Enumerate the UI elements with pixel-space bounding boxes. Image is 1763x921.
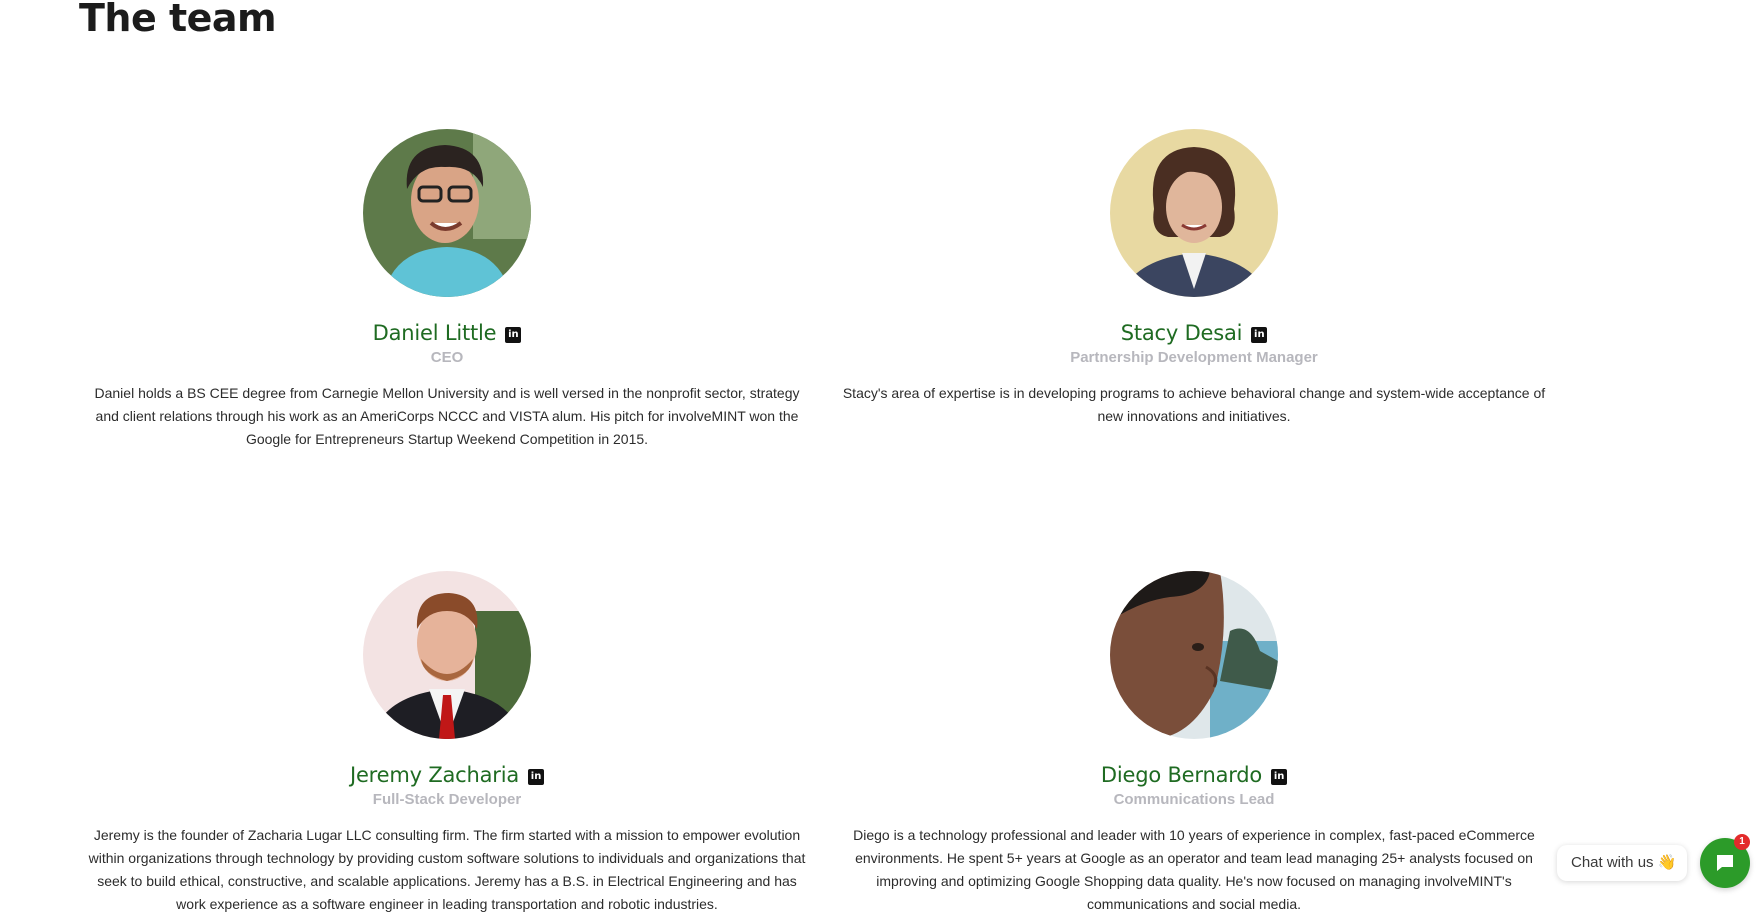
linkedin-icon[interactable]: in xyxy=(505,327,522,343)
linkedin-icon[interactable]: in xyxy=(1271,769,1288,785)
linkedin-icon[interactable]: in xyxy=(528,769,545,785)
page-title: The team xyxy=(79,0,277,40)
member-bio: Diego is a technology professional and l… xyxy=(853,827,1535,912)
team-member-card: Daniel Little in CEO Daniel holds a BS C… xyxy=(87,129,807,451)
avatar-photo xyxy=(363,571,531,739)
notification-badge: 1 xyxy=(1734,834,1750,850)
team-member-card: Diego Bernardo in Communications Lead Di… xyxy=(834,571,1554,916)
team-member-card: Stacy Desai in Partnership Development M… xyxy=(834,129,1554,428)
member-name: Stacy Desai xyxy=(1120,321,1243,345)
avatar-photo xyxy=(1110,129,1278,297)
team-member-card: Jeremy Zacharia in Full-Stack Developer … xyxy=(87,571,807,916)
chat-prompt[interactable]: Chat with us 👋 xyxy=(1557,845,1687,881)
member-role: CEO xyxy=(430,349,464,366)
avatar xyxy=(1110,129,1278,297)
member-role: Communications Lead xyxy=(1113,791,1275,808)
member-name: Jeremy Zacharia xyxy=(349,763,520,787)
member-role: Full-Stack Developer xyxy=(372,791,522,808)
member-name: Daniel Little xyxy=(372,321,497,345)
member-bio: Daniel holds a BS CEE degree from Carneg… xyxy=(94,385,800,447)
avatar xyxy=(1110,571,1278,739)
linkedin-icon[interactable]: in xyxy=(1251,327,1268,343)
member-bio: Jeremy is the founder of Zacharia Lugar … xyxy=(88,827,806,912)
avatar-photo xyxy=(363,129,531,297)
member-bio: Stacy's area of expertise is in developi… xyxy=(842,385,1546,424)
avatar-photo xyxy=(1110,571,1278,739)
member-role: Partnership Development Manager xyxy=(1070,349,1318,366)
avatar xyxy=(363,129,531,297)
chat-bubble-icon xyxy=(1717,855,1733,871)
member-name: Diego Bernardo xyxy=(1100,763,1263,787)
avatar xyxy=(363,571,531,739)
